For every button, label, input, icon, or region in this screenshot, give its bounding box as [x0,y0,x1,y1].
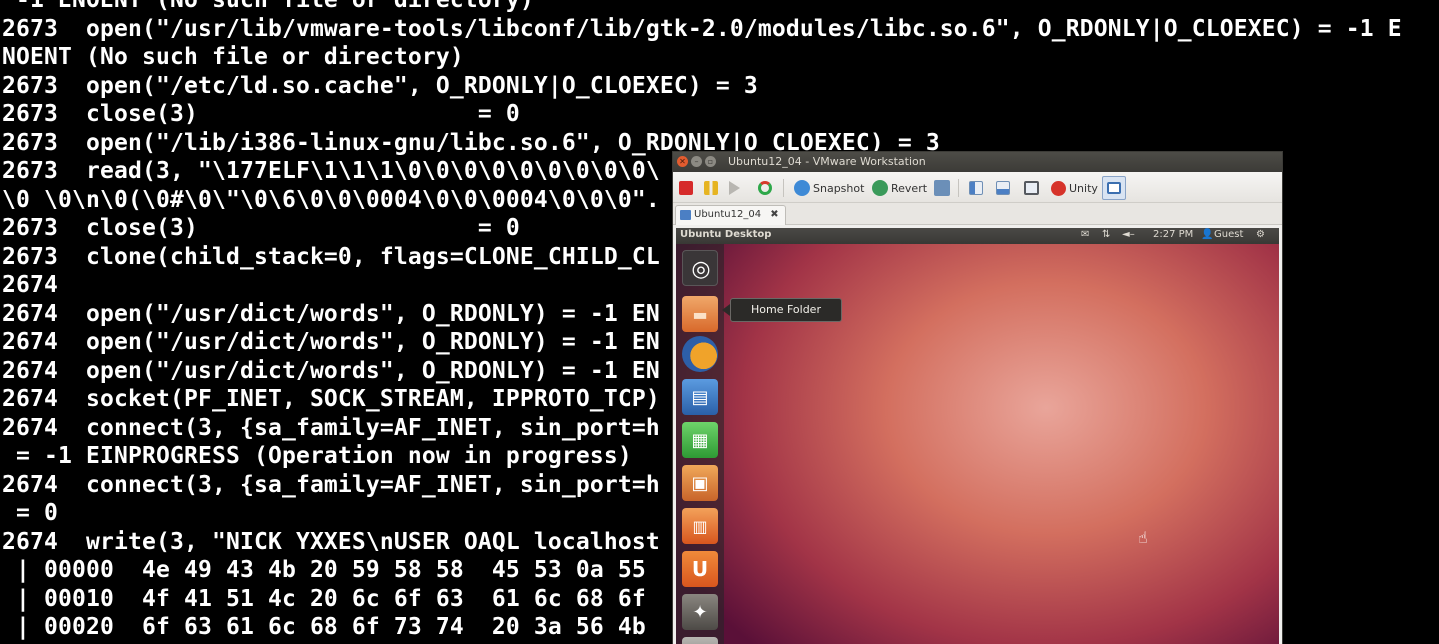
window-close-button[interactable]: ✕ [677,156,688,167]
snapshot-label: Snapshot [813,181,865,195]
window-maximize-button[interactable]: ▫ [705,156,716,167]
snapshot-manager-button[interactable] [934,178,953,198]
refresh-icon [758,181,772,195]
console-view-button[interactable] [1102,176,1126,200]
unity-button[interactable]: Unity [1051,178,1098,198]
workspace-icon [682,637,718,644]
vm-icon [680,210,691,220]
full-screen-button[interactable] [1024,178,1042,198]
vmware-window[interactable]: ✕ – ▫ Ubuntu12_04 - VMware Workstation S… [672,151,1283,644]
writer-launcher[interactable]: ▤ [682,379,718,415]
vm-tab[interactable]: Ubuntu12_04 ✖ [675,205,786,225]
panel-title: Ubuntu Desktop [680,229,772,240]
impress-launcher[interactable]: ▣ [682,465,718,501]
suspend-button[interactable] [704,178,721,198]
dash-home-button[interactable]: ◎ [682,250,718,286]
reset-button[interactable] [758,178,775,198]
settings-icon: ✦ [692,601,708,623]
ubuntu-one-icon: U [691,557,709,581]
vm-tab-label: Ubuntu12_04 [694,209,762,220]
volume-indicator-icon[interactable]: ◄– [1122,229,1135,240]
terminal-line: 2674 open("/usr/dict/words", O_RDONLY) =… [2,329,660,355]
pause-icon [704,181,718,195]
snapshot-icon [794,180,810,196]
library-icon [969,181,983,195]
snapshot-manager-icon [934,180,950,196]
toolbar-separator [958,179,959,197]
software-center-launcher[interactable]: ▥ [682,508,718,544]
unity-icon [1051,180,1066,196]
system-settings-launcher[interactable]: ✦ [682,594,718,630]
clock[interactable]: 2:27 PM [1153,229,1193,240]
home-folder-launcher[interactable]: ▬ [682,296,718,332]
terminal-line: \0 \0\n\0(\0#\0\"\0\6\0\0\0004\0\0\0004\… [2,186,660,213]
power-off-icon [679,181,693,195]
terminal-line: 2674 socket(PF_INET, SOCK_STREAM, IPPROT… [2,386,660,412]
terminal-line: 2674 [2,272,58,298]
mail-indicator-icon[interactable]: ✉ [1081,229,1089,240]
firefox-launcher[interactable] [682,336,718,372]
user-name[interactable]: Guest [1214,229,1243,240]
revert-icon [872,180,888,196]
console-view-icon [1107,182,1121,194]
workspace-switcher-launcher[interactable] [682,637,718,644]
mouse-pointer-icon: ☝ [1138,528,1148,547]
window-title: Ubuntu12_04 - VMware Workstation [728,155,926,168]
full-screen-icon [1024,181,1039,195]
play-icon [729,181,740,195]
ubuntu-logo-icon: ◎ [691,256,711,282]
network-indicator-icon[interactable]: ⇅ [1102,229,1110,240]
folder-icon: ▬ [692,304,708,324]
terminal-line: | 00010 4f 41 51 4c 20 6c 6f 63 61 6c 68… [2,585,646,612]
terminal-line: 2673 close(3) = 0 [2,215,520,241]
tooltip-arrow [722,304,730,316]
spreadsheet-icon: ▦ [691,429,709,451]
terminal-line: -1 ENOENT (No such file or directory) [2,0,534,13]
presentation-icon: ▣ [691,472,709,494]
terminal-line: 2673 open("/etc/ld.so.cache", O_RDONLY|O… [2,72,758,99]
terminal-line: = -1 EINPROGRESS (Operation now in progr… [2,443,632,469]
show-library-button[interactable] [969,178,986,198]
snapshot-button[interactable]: Snapshot [794,178,864,198]
top-panel: Ubuntu Desktop ✉ ⇅ ◄– 2:27 PM 👤 Guest ⚙ [676,228,1279,244]
unity-label: Unity [1069,181,1098,195]
terminal-line: | 00000 4e 49 43 4b 20 59 58 58 45 53 0a… [2,557,646,583]
shopping-bag-icon: ▥ [692,516,708,536]
revert-label: Revert [891,181,928,195]
toolbar-separator [783,179,784,197]
ubuntu-one-launcher[interactable]: U [682,551,718,587]
terminal-line: 2674 write(3, "NICK YXXES\nUSER OAQL loc… [2,528,660,555]
terminal-line: NOENT (No such file or directory) [2,44,464,70]
terminal-line: 2673 close(3) = 0 [2,101,520,127]
revert-button[interactable]: Revert [872,178,927,198]
thumbnail-bar-icon [996,181,1010,195]
power-on-button[interactable] [729,178,743,198]
vm-tab-bar: Ubuntu12_04 ✖ [673,203,1282,225]
tab-close-icon[interactable]: ✖ [770,209,778,220]
unity-launcher: ◎ ▬ ▤ ▦ ▣ ▥ U ✦ [676,244,724,644]
vmware-toolbar: Snapshot Revert Unity [673,172,1282,203]
window-titlebar[interactable]: ✕ – ▫ Ubuntu12_04 - VMware Workstation [673,152,1282,172]
document-icon: ▤ [691,386,709,408]
user-icon: 👤 [1201,229,1214,240]
power-off-button[interactable] [679,178,696,198]
show-thumbnail-button[interactable] [996,178,1013,198]
terminal-line: 2674 open("/usr/dict/words", O_RDONLY) =… [2,300,660,327]
calc-launcher[interactable]: ▦ [682,422,718,458]
launcher-tooltip: Home Folder [730,298,842,322]
terminal-line: 2673 open("/usr/lib/vmware-tools/libconf… [2,15,1402,42]
terminal-line: | 00020 6f 63 61 6c 68 6f 73 74 20 3a 56… [2,614,646,640]
firefox-icon [682,336,718,372]
terminal-line: 2674 open("/usr/dict/words", O_RDONLY) =… [2,357,660,384]
window-minimize-button[interactable]: – [691,156,702,167]
settings-gear-icon[interactable]: ⚙ [1256,229,1265,240]
terminal-line: = 0 [2,500,58,526]
guest-desktop[interactable]: Ubuntu Desktop ✉ ⇅ ◄– 2:27 PM 👤 Guest ⚙ … [676,228,1279,644]
